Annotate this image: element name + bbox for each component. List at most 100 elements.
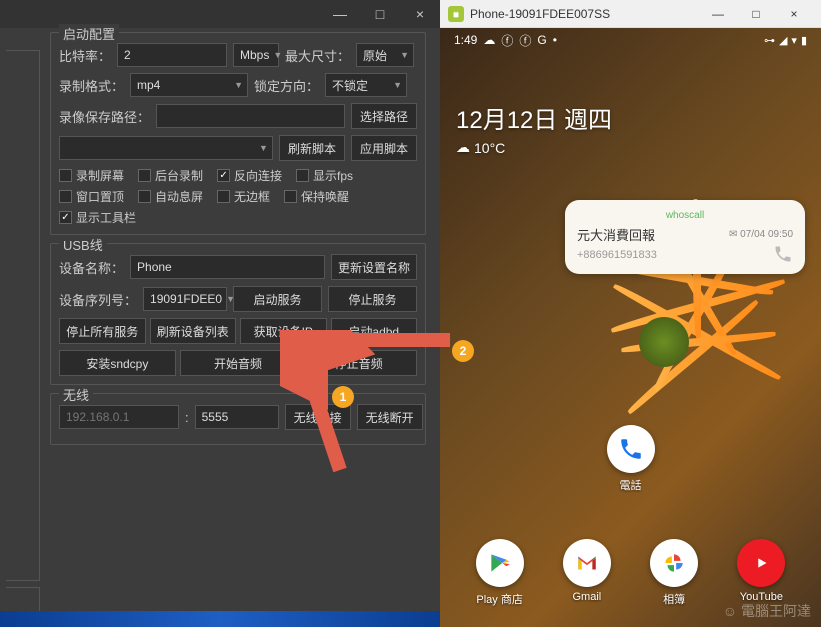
taskbar xyxy=(0,611,440,627)
notif-title: 元大消費回報 xyxy=(577,225,655,244)
notif-brand: whoscall xyxy=(577,210,793,221)
showfps-checkbox[interactable] xyxy=(296,169,309,182)
facebook-icon: ⓕ xyxy=(501,32,513,49)
temp-text: 10°C xyxy=(474,140,505,156)
app-gmail-label: Gmail xyxy=(573,591,602,603)
lockdir-select[interactable]: 不锁定▼ xyxy=(325,73,407,97)
background-checkbox[interactable] xyxy=(138,169,151,182)
stop-all-button[interactable]: 停止所有服务 xyxy=(59,318,146,344)
recpath-label: 录像保存路径： xyxy=(59,107,150,126)
wireless-ip-input[interactable] xyxy=(59,405,179,429)
background-label: 后台录制 xyxy=(155,167,203,184)
photos-icon xyxy=(650,539,698,587)
weather-icon: ☁ xyxy=(456,139,470,156)
noborder-label: 无边框 xyxy=(234,188,270,205)
facebook-icon-2: ⓕ xyxy=(519,32,531,49)
bitrate-input[interactable] xyxy=(117,43,227,67)
app-play-store[interactable]: Play 商店 xyxy=(476,539,524,607)
autosleep-label: 自动息屏 xyxy=(155,188,203,205)
recscreen-checkbox[interactable] xyxy=(59,169,72,182)
legend-wireless: 无线 xyxy=(59,385,93,404)
phone-icon[interactable] xyxy=(773,244,793,264)
bitrate-label: 比特率： xyxy=(59,46,111,65)
devname-input[interactable] xyxy=(130,255,325,279)
config-window: — □ × 启动配置 比特率： Mbps▼ 最大尺寸： 原始▼ 录制格式： mp… xyxy=(0,0,440,627)
mail-icon: ✉ xyxy=(729,229,737,240)
watermark-text: 電腦王阿達 xyxy=(741,601,811,621)
serial-select[interactable]: 19091FDEE0▼ xyxy=(143,287,227,311)
date-widget[interactable]: 12月12日 週四 ☁10°C xyxy=(456,100,612,156)
android-icon xyxy=(448,6,464,22)
bitrate-unit-select[interactable]: Mbps▼ xyxy=(233,43,279,67)
youtube-icon xyxy=(737,539,785,587)
install-sndcpy-button[interactable]: 安装sndcpy xyxy=(59,350,176,376)
close-button[interactable]: × xyxy=(400,0,440,28)
stop-audio-button[interactable]: 停止音频 xyxy=(300,350,417,376)
dot-icon: • xyxy=(553,33,557,47)
vpn-icon: ⊶ xyxy=(764,34,775,47)
app-youtube[interactable]: YouTube xyxy=(737,539,785,607)
wifi-icon: ▾ xyxy=(791,34,797,47)
topmost-label: 窗口置顶 xyxy=(76,188,124,205)
app-photos[interactable]: 相簿 xyxy=(650,539,698,607)
status-bar: 1:49 ☁ ⓕ ⓕ G • ⊶ ◢ ▾ ▮ xyxy=(440,28,821,52)
showfps-label: 显示fps xyxy=(313,167,353,184)
recscreen-label: 录制屏幕 xyxy=(76,167,124,184)
phone-close-button[interactable]: × xyxy=(775,4,813,24)
stop-service-button[interactable]: 停止服务 xyxy=(328,286,417,312)
app-photos-label: 相簿 xyxy=(663,591,685,607)
script-select[interactable]: ▼ xyxy=(59,136,273,160)
phone-app-single: 電話 xyxy=(440,425,821,493)
wireless-port-input[interactable] xyxy=(195,405,279,429)
wireless-group: 无线 : 无线连接 无线断开 xyxy=(50,393,426,445)
recpath-input[interactable] xyxy=(156,104,345,128)
noborder-checkbox[interactable] xyxy=(217,190,230,203)
phone-window-title: Phone-19091FDEE007SS xyxy=(470,7,699,21)
recfmt-select[interactable]: mp4▼ xyxy=(130,73,248,97)
topmost-checkbox[interactable] xyxy=(59,190,72,203)
showtoolbar-checkbox[interactable]: ✓ xyxy=(59,211,72,224)
right-titlebar: Phone-19091FDEE007SS — □ × xyxy=(440,0,821,28)
wireless-disconnect-button[interactable]: 无线断开 xyxy=(357,404,423,430)
usb-group: USB线 设备名称： 更新设置名称 设备序列号： 19091FDEE0▼ 启动服… xyxy=(50,243,426,385)
start-service-button[interactable]: 启动服务 xyxy=(233,286,322,312)
refresh-list-button[interactable]: 刷新设备列表 xyxy=(150,318,237,344)
notification-card[interactable]: whoscall 元大消費回報 ✉ 07/04 09:50 +886961591… xyxy=(565,200,805,274)
startup-config-group: 启动配置 比特率： Mbps▼ 最大尺寸： 原始▼ 录制格式： mp4▼ 锁定方… xyxy=(50,32,426,235)
edge-box[interactable] xyxy=(6,50,40,581)
signal-icon: ◢ xyxy=(779,34,787,47)
choose-path-button[interactable]: 选择路径 xyxy=(351,103,417,129)
app-play-label: Play 商店 xyxy=(476,591,522,607)
left-edge-tabs xyxy=(6,50,40,617)
maxsize-select[interactable]: 原始▼ xyxy=(356,43,414,67)
refresh-script-button[interactable]: 刷新脚本 xyxy=(279,135,345,161)
start-audio-button[interactable]: 开始音频 xyxy=(180,350,297,376)
watermark: ☺ 電腦王阿達 xyxy=(723,601,811,621)
annotation-badge-1: 1 xyxy=(332,386,354,408)
reverse-checkbox[interactable]: ✓ xyxy=(217,169,230,182)
devname-label: 设备名称： xyxy=(59,258,124,277)
annotation-badge-2: 2 xyxy=(452,340,474,362)
showtoolbar-label: 显示工具栏 xyxy=(76,209,136,226)
cloud-icon: ☁ xyxy=(483,33,495,47)
keepawake-checkbox[interactable] xyxy=(284,190,297,203)
app-phone[interactable]: 電話 xyxy=(607,425,655,493)
maxsize-label: 最大尺寸： xyxy=(285,46,350,65)
phone-screen[interactable]: 1:49 ☁ ⓕ ⓕ G • ⊶ ◢ ▾ ▮ 12月12日 週四 ☁10°C w… xyxy=(440,28,821,627)
phone-maximize-button[interactable]: □ xyxy=(737,4,775,24)
google-icon: G xyxy=(537,33,546,47)
keepawake-label: 保持唤醒 xyxy=(301,188,349,205)
maximize-button[interactable]: □ xyxy=(360,0,400,28)
phone-minimize-button[interactable]: — xyxy=(699,4,737,24)
dock: Play 商店 Gmail 相簿 YouTube xyxy=(440,539,821,607)
play-store-icon xyxy=(476,539,524,587)
apply-script-button[interactable]: 应用脚本 xyxy=(351,135,417,161)
colon-label: : xyxy=(185,410,189,425)
app-gmail[interactable]: Gmail xyxy=(563,539,611,607)
update-name-button[interactable]: 更新设置名称 xyxy=(331,254,417,280)
minimize-button[interactable]: — xyxy=(320,0,360,28)
get-ip-button[interactable]: 获取设备IP xyxy=(240,318,327,344)
phone-app-icon xyxy=(607,425,655,473)
start-adbd-button[interactable]: 启动adbd xyxy=(331,318,418,344)
autosleep-checkbox[interactable] xyxy=(138,190,151,203)
